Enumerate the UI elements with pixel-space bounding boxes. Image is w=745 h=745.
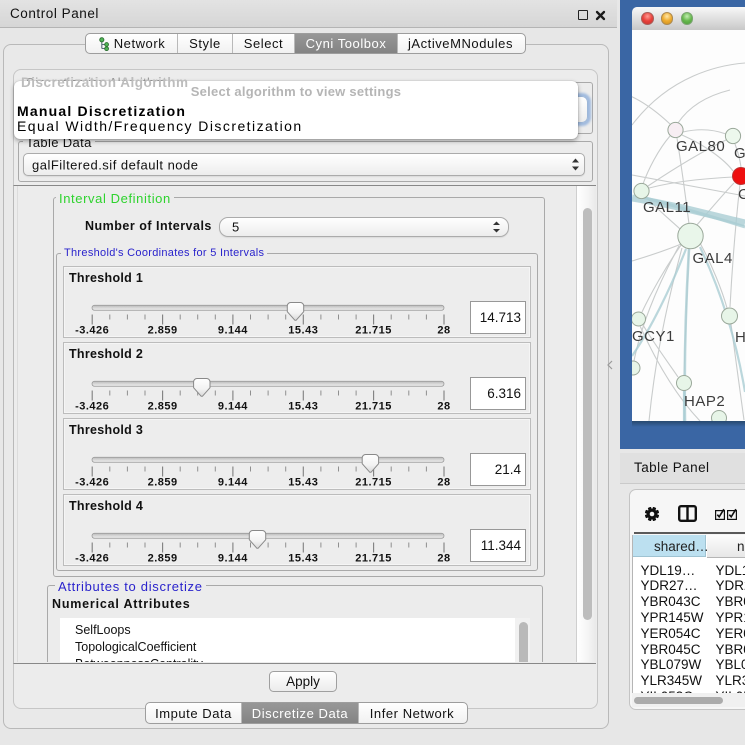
svg-text:28: 28 bbox=[437, 476, 450, 488]
svg-text:2.859: 2.859 bbox=[148, 324, 178, 336]
svg-text:15.43: 15.43 bbox=[288, 324, 318, 336]
svg-text:-3.426: -3.426 bbox=[75, 324, 109, 336]
svg-text:C: C bbox=[738, 186, 745, 203]
svg-text:2.859: 2.859 bbox=[148, 400, 178, 412]
svg-text:2.859: 2.859 bbox=[148, 476, 178, 488]
svg-text:21.715: 21.715 bbox=[355, 400, 392, 412]
svg-text:21.715: 21.715 bbox=[355, 552, 392, 564]
svg-text:GA: GA bbox=[734, 145, 745, 162]
svg-text:15.43: 15.43 bbox=[288, 476, 318, 488]
svg-text:9.144: 9.144 bbox=[218, 476, 248, 488]
svg-text:-3.426: -3.426 bbox=[75, 476, 109, 488]
svg-text:28: 28 bbox=[437, 400, 450, 412]
svg-text:9.144: 9.144 bbox=[218, 324, 248, 336]
svg-text:HAP2: HAP2 bbox=[684, 393, 725, 410]
svg-text:GAL80: GAL80 bbox=[676, 138, 725, 155]
svg-text:9.144: 9.144 bbox=[218, 552, 248, 564]
svg-text:28: 28 bbox=[437, 324, 450, 336]
svg-text:9.144: 9.144 bbox=[218, 400, 248, 412]
svg-text:21.715: 21.715 bbox=[355, 324, 392, 336]
svg-text:21.715: 21.715 bbox=[355, 476, 392, 488]
svg-text:H: H bbox=[735, 329, 745, 346]
svg-text:GAL11: GAL11 bbox=[643, 199, 691, 216]
svg-text:GAL4: GAL4 bbox=[693, 250, 733, 267]
svg-text:-3.426: -3.426 bbox=[75, 400, 109, 412]
svg-text:15.43: 15.43 bbox=[288, 400, 318, 412]
svg-text:GCY1: GCY1 bbox=[632, 328, 675, 345]
svg-text:-3.426: -3.426 bbox=[75, 552, 109, 564]
svg-text:2.859: 2.859 bbox=[148, 552, 178, 564]
svg-text:15.43: 15.43 bbox=[288, 552, 318, 564]
svg-text:28: 28 bbox=[437, 552, 450, 564]
